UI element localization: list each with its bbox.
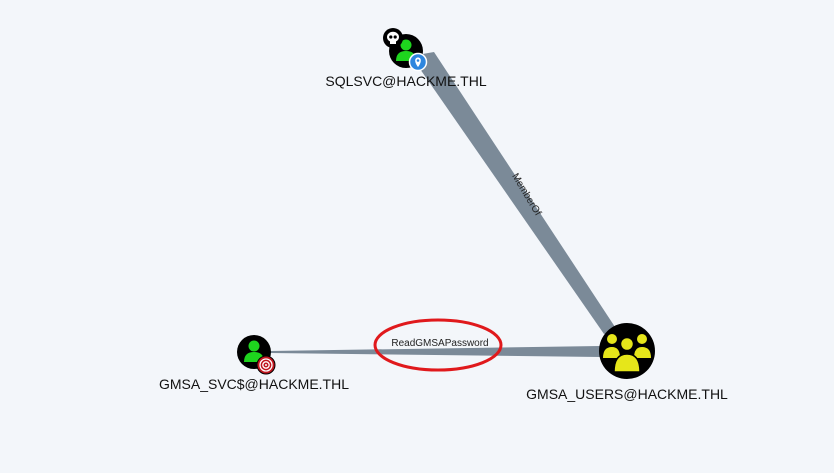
map-pin-icon <box>408 52 428 72</box>
edge-readgmsapassword[interactable]: ReadGMSAPassword <box>270 338 600 357</box>
node-gmsa-users-label: GMSA_USERS@HACKME.THL <box>526 386 728 402</box>
node-gmsa-users[interactable]: GMSA_USERS@HACKME.THL <box>526 323 728 402</box>
target-icon <box>256 355 276 375</box>
node-sqlsvc-label: SQLSVC@HACKME.THL <box>325 73 486 89</box>
attack-path-graph: MemberOf ReadGMSAPassword SQLSVC@HACKME.… <box>159 28 728 402</box>
node-gmsa-svc[interactable]: GMSA_SVC$@HACKME.THL <box>159 335 349 392</box>
node-gmsa-svc-label: GMSA_SVC$@HACKME.THL <box>159 376 349 392</box>
edge-readgmsapassword-label: ReadGMSAPassword <box>391 338 488 349</box>
node-sqlsvc[interactable]: SQLSVC@HACKME.THL <box>325 28 487 89</box>
edge-memberof[interactable]: MemberOf <box>411 52 617 334</box>
skull-icon <box>383 28 403 48</box>
